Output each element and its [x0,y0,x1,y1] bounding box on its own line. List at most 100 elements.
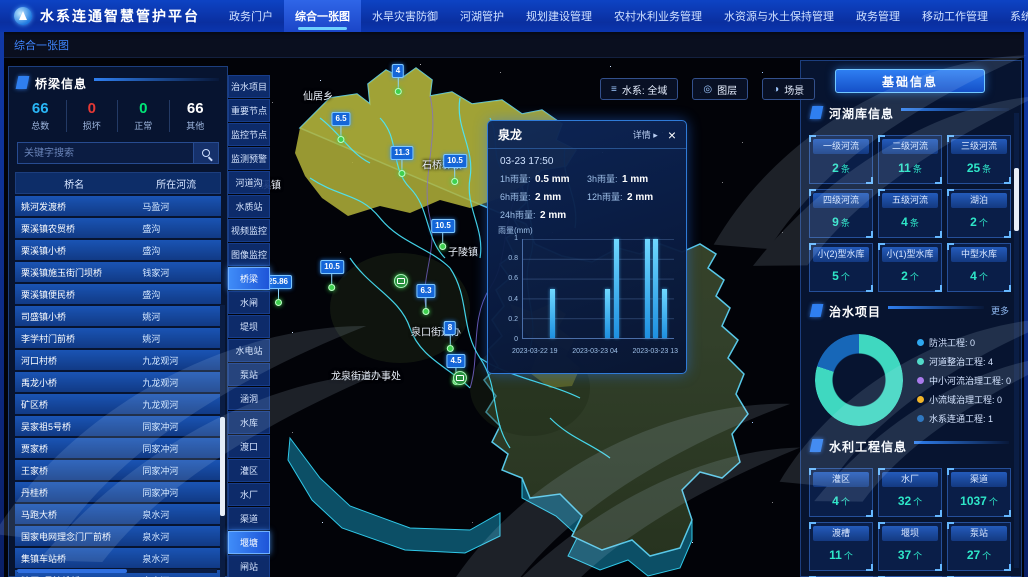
stat-card[interactable]: 小(2)型水库 5个 [809,243,873,292]
map-control-icon: ◎ [703,84,712,95]
popup-detail-link[interactable]: 详情 ▸ [633,128,658,141]
map-station-marker[interactable]: 10.5 [320,260,344,291]
map-station-marker[interactable]: 11.3 [390,146,413,177]
layer-toggle-button[interactable]: 治水项目 [228,75,270,98]
table-row[interactable]: 禹龙小桥 九龙观河 [15,372,221,392]
layer-toggle-button[interactable]: 泵站 [228,363,270,386]
layer-toggle-button[interactable]: 桥梁 [228,267,270,290]
table-row[interactable]: 贾家桥 同家冲河 [15,438,221,458]
marker-value-badge: 10.5 [443,154,467,168]
breadcrumb[interactable]: 综合一张图 [14,37,69,53]
table-row[interactable]: 姚河发渡桥 马盈河 [15,196,221,216]
table-row[interactable]: 吴家祖5号桥 同家冲河 [15,416,221,436]
stat-card[interactable]: 中型水库 4个 [947,243,1011,292]
marker-pin-icon [338,136,345,143]
stat-card[interactable]: 渡槽 11个 [809,522,873,571]
table-scrollbar[interactable] [220,305,225,577]
table-row[interactable]: 矿区桥 九龙观河 [15,394,221,414]
map-station-marker[interactable]: 10.5 [443,154,467,185]
map-control-button[interactable]: ◑ 场景 [762,78,815,100]
table-row[interactable]: 司盛镇小桥 姚河 [15,306,221,326]
table-hscrollbar[interactable] [17,569,217,573]
stat-card[interactable]: 小(1)型水库 2个 [878,243,942,292]
layer-toggle-button[interactable]: 渠道 [228,507,270,530]
stat-value: 0 [118,100,169,117]
table-row[interactable]: 王家桥 同家冲河 [15,460,221,480]
camera-marker-icon[interactable] [453,371,467,385]
stat-card[interactable]: 一级河流 2条 [809,135,873,184]
map-control-button[interactable]: ≡ 水系: 全域 [600,78,678,100]
layer-toggle-button[interactable]: 闸站 [228,555,270,577]
table-row[interactable]: 丹桂桥 同家冲河 [15,482,221,502]
stat-card[interactable]: 四级河流 9条 [809,189,873,238]
table-row[interactable]: 栗溪镇农贸桥 盛沟 [15,218,221,238]
nav-item[interactable]: 政务门户 [218,0,284,32]
layer-toggle-button[interactable]: 水质站 [228,195,270,218]
nav-item[interactable]: 水资源与水土保持管理 [713,0,845,32]
nav-item[interactable]: 综合一张图 [284,0,361,32]
nav-item[interactable]: 规划建设管理 [515,0,603,32]
more-link[interactable]: 更多 [991,304,1009,317]
stat-label: 总数 [15,119,66,132]
card-value: 5个 [813,262,869,288]
chart-y-ticks: 10.80.60.40.20 [496,235,518,343]
layer-toggle-button[interactable]: 图像监控 [228,243,270,266]
map-control-button[interactable]: ◎ 图层 [692,78,748,100]
legend-dot-icon [917,396,924,403]
right-panel-scrollbar[interactable] [1014,113,1019,568]
stat-card[interactable]: 灌区 4个 [809,468,873,517]
layer-toggle-button[interactable]: 灌区 [228,459,270,482]
table-row[interactable]: 国家电网理念门厂前桥 泉水河 [15,526,221,546]
search-input[interactable] [17,142,193,164]
basic-info-button[interactable]: 基础信息 [835,69,985,93]
layer-toggle-button[interactable]: 水厂 [228,483,270,506]
stat-card[interactable]: 三级河流 25条 [947,135,1011,184]
search-button[interactable] [193,142,219,164]
nav-item[interactable]: 系统管理 [999,0,1028,32]
nav-item[interactable]: 水旱灾害防御 [361,0,449,32]
table-row[interactable]: 河口村桥 九龙观河 [15,350,221,370]
y-tick: 0.6 [508,275,518,282]
stat-card[interactable]: 渠道 1037个 [947,468,1011,517]
table-row[interactable]: 马跑大桥 泉水河 [15,504,221,524]
stat-card[interactable]: 泵站 27个 [947,522,1011,571]
layer-toggle-button[interactable]: 视频监控 [228,219,270,242]
stat-card[interactable]: 湖泊 2个 [947,189,1011,238]
layer-toggle-button[interactable]: 监控节点 [228,123,270,146]
layer-toggle-button[interactable]: 水库 [228,411,270,434]
layer-toggle-button[interactable]: 堤坝 [228,315,270,338]
layer-toggle-button[interactable]: 河道沟 [228,171,270,194]
table-row[interactable]: 栗溪镇施玉街门坝桥 钱家河 [15,262,221,282]
nav-item[interactable]: 政务管理 [845,0,911,32]
stat-card[interactable]: 二级河流 11条 [878,135,942,184]
table-row[interactable]: 栗溪镇小桥 盛沟 [15,240,221,260]
nav-item[interactable]: 农村水利业务管理 [603,0,713,32]
card-number: 4 [901,215,908,229]
scrollbar-thumb[interactable] [1014,168,1019,232]
nav-item[interactable]: 移动工作管理 [911,0,999,32]
stat-card[interactable]: 五级河流 4条 [878,189,942,238]
camera-marker-icon[interactable] [394,274,408,288]
map-station-marker[interactable]: 10.5 [431,219,455,250]
table-row[interactable]: 集镇车站桥 泉水河 [15,548,221,568]
layer-toggle-button[interactable]: 渡口 [228,435,270,458]
layer-toggle-button[interactable]: 水闸 [228,291,270,314]
table-row[interactable]: 栗溪镇便民桥 盛沟 [15,284,221,304]
map-station-marker[interactable]: 6.5 [331,112,350,143]
table-row[interactable]: 李学村门前桥 姚河 [15,328,221,348]
stat-label: 正常 [118,119,169,132]
map-station-marker[interactable]: 8 [444,321,456,352]
layer-toggle-button[interactable]: 堰塘 [228,531,270,554]
nav-item[interactable]: 河湖管护 [449,0,515,32]
scrollbar-thumb[interactable] [220,417,225,516]
close-icon[interactable]: × [668,128,676,142]
stat-card[interactable]: 堰坝 37个 [878,522,942,571]
scrollbar-thumb[interactable] [17,569,127,573]
layer-toggle-button[interactable]: 水电站 [228,339,270,362]
layer-toggle-button[interactable]: 重要节点 [228,99,270,122]
layer-toggle-button[interactable]: 监测预警 [228,147,270,170]
layer-toggle-button[interactable]: 涵洞 [228,387,270,410]
map-station-marker[interactable]: 4 [392,64,404,95]
stat-card[interactable]: 水厂 32个 [878,468,942,517]
map-station-marker[interactable]: 6.3 [416,284,435,315]
